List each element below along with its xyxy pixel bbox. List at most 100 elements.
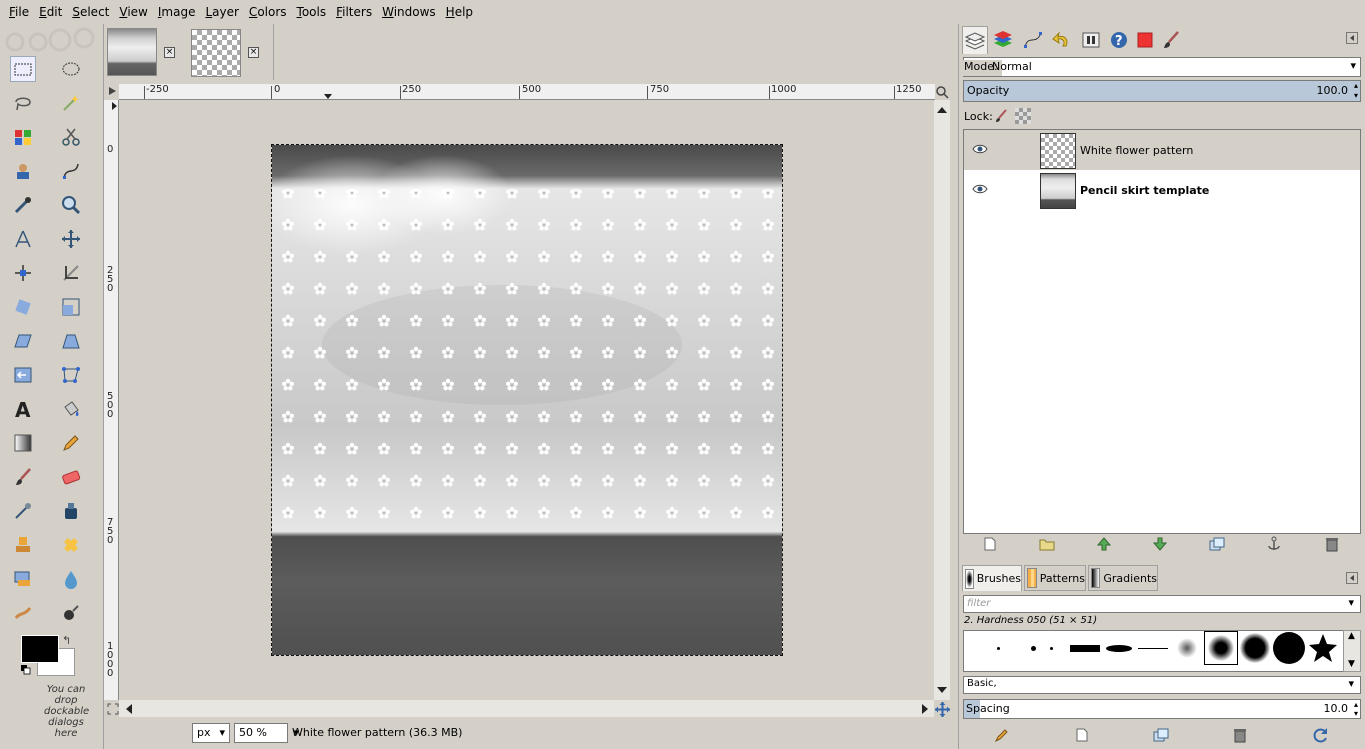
rect-select-tool-icon[interactable] bbox=[10, 56, 36, 82]
zoom-image-toggle-icon[interactable] bbox=[935, 85, 949, 99]
mode-value[interactable]: Normal bbox=[992, 60, 1032, 73]
brush-item[interactable] bbox=[981, 631, 1015, 665]
new-brush-icon[interactable] bbox=[1075, 728, 1089, 742]
chevron-down-icon[interactable]: ▾ bbox=[1348, 596, 1354, 609]
lock-pixels-icon[interactable] bbox=[994, 109, 1008, 123]
menu-view[interactable]: View bbox=[114, 0, 152, 24]
tab-brushes[interactable]: Brushes bbox=[962, 565, 1022, 591]
layer-row[interactable]: White flower pattern bbox=[964, 130, 1360, 170]
brush-item[interactable] bbox=[1170, 631, 1204, 665]
move-tool-icon[interactable] bbox=[58, 226, 84, 252]
reset-colors-icon[interactable] bbox=[21, 665, 31, 675]
rotate-tool-icon[interactable] bbox=[10, 294, 36, 320]
scroll-down-icon[interactable]: ▼ bbox=[1348, 659, 1355, 669]
lasso-tool-icon[interactable] bbox=[10, 90, 36, 116]
spacing-value[interactable]: 10.0 bbox=[1324, 702, 1349, 715]
foreground-color-swatch-top[interactable] bbox=[21, 635, 59, 663]
menu-tools[interactable]: Tools bbox=[292, 0, 332, 24]
text-tool-icon[interactable]: A bbox=[10, 396, 36, 422]
layer-row[interactable]: Pencil skirt template bbox=[964, 170, 1360, 210]
vertical-scrollbar[interactable] bbox=[934, 100, 950, 700]
align-tool-icon[interactable] bbox=[10, 260, 36, 286]
menu-layer[interactable]: Layer bbox=[200, 0, 243, 24]
color-record-tab-icon[interactable] bbox=[1132, 26, 1158, 54]
navigate-icon[interactable] bbox=[935, 702, 950, 717]
menu-filters[interactable]: Filters bbox=[331, 0, 377, 24]
blend-tool-icon[interactable] bbox=[10, 430, 36, 456]
zoom-select[interactable]: 50 % ▾ bbox=[234, 723, 299, 743]
brush-item[interactable] bbox=[1136, 631, 1170, 665]
edit-brush-icon[interactable] bbox=[995, 728, 1009, 742]
ellipse-select-tool-icon[interactable] bbox=[58, 56, 84, 82]
brush-item-selected[interactable] bbox=[1204, 631, 1238, 665]
crop-tool-icon[interactable] bbox=[58, 260, 84, 286]
paths-tab-icon[interactable] bbox=[1020, 26, 1046, 54]
blur-tool-icon[interactable] bbox=[58, 566, 84, 592]
select-by-color-tool-icon[interactable] bbox=[10, 124, 36, 150]
unit-select[interactable]: px ▾ bbox=[192, 723, 230, 743]
ink-tool-icon[interactable] bbox=[58, 498, 84, 524]
scroll-down-icon[interactable] bbox=[937, 686, 947, 694]
new-layer-group-icon[interactable] bbox=[1039, 537, 1055, 551]
perspective-tool-icon[interactable] bbox=[58, 328, 84, 354]
shear-tool-icon[interactable] bbox=[10, 328, 36, 354]
close-icon[interactable]: × bbox=[164, 47, 175, 58]
menu-help[interactable]: Help bbox=[441, 0, 478, 24]
brush-preset-select[interactable]: Basic, ▾ bbox=[963, 676, 1361, 694]
scissors-tool-icon[interactable] bbox=[58, 124, 84, 150]
brush-item[interactable] bbox=[1238, 631, 1272, 665]
menu-colors[interactable]: Colors bbox=[244, 0, 292, 24]
zoom-fit-icon[interactable] bbox=[107, 703, 119, 715]
brush-item[interactable] bbox=[1306, 631, 1340, 665]
opacity-slider[interactable]: Opacity 100.0 ▴ ▾ bbox=[963, 80, 1361, 102]
brush-item[interactable] bbox=[1102, 631, 1136, 665]
undo-history-tab-icon[interactable] bbox=[1048, 26, 1074, 54]
close-icon[interactable]: × bbox=[248, 47, 259, 58]
refresh-brushes-icon[interactable] bbox=[1313, 727, 1329, 743]
menu-edit[interactable]: Edit bbox=[34, 0, 67, 24]
color-picker-tool-icon[interactable] bbox=[10, 192, 36, 218]
image-canvas[interactable] bbox=[271, 144, 783, 656]
dodge-burn-tool-icon[interactable] bbox=[58, 600, 84, 626]
pencil-tool-icon[interactable] bbox=[58, 430, 84, 456]
chevron-down-icon[interactable]: ▾ bbox=[1350, 59, 1356, 72]
heal-tool-icon[interactable] bbox=[58, 532, 84, 558]
tab-patterns[interactable]: Patterns bbox=[1024, 565, 1086, 591]
swap-colors-icon[interactable]: ↰ bbox=[62, 634, 76, 648]
smudge-tool-icon[interactable] bbox=[10, 600, 36, 626]
anchor-layer-icon[interactable] bbox=[1267, 536, 1281, 552]
duplicate-brush-icon[interactable] bbox=[1153, 728, 1169, 742]
airbrush-tool-icon[interactable] bbox=[10, 498, 36, 524]
zoom-tool-icon[interactable] bbox=[58, 192, 84, 218]
lower-layer-icon[interactable] bbox=[1153, 537, 1167, 551]
spin-arrows-icon[interactable]: ▴ ▾ bbox=[1354, 700, 1358, 718]
spin-arrows-icon[interactable]: ▴ ▾ bbox=[1354, 81, 1358, 101]
eye-icon[interactable] bbox=[972, 143, 988, 155]
clone-tool-icon[interactable] bbox=[10, 532, 36, 558]
layer-name[interactable]: Pencil skirt template bbox=[1080, 184, 1209, 197]
layers-tab-icon[interactable] bbox=[962, 26, 988, 54]
fuzzy-select-tool-icon[interactable] bbox=[58, 90, 84, 116]
duplicate-layer-icon[interactable] bbox=[1209, 537, 1225, 551]
chevron-down-icon[interactable]: ▾ bbox=[1348, 677, 1354, 690]
paintbrush-tool-icon[interactable] bbox=[10, 464, 36, 490]
horizontal-scrollbar[interactable] bbox=[119, 700, 934, 717]
scroll-up-icon[interactable]: ▲ bbox=[1348, 631, 1355, 641]
brush-grid-scrollbar[interactable]: ▲ ▼ bbox=[1343, 630, 1361, 672]
brush-tab-icon[interactable] bbox=[1158, 26, 1184, 54]
eraser-tool-icon[interactable] bbox=[58, 464, 84, 490]
raise-layer-icon[interactable] bbox=[1097, 537, 1111, 551]
panel-menu-icon[interactable] bbox=[1346, 572, 1358, 584]
brush-item[interactable] bbox=[1034, 631, 1068, 665]
paths-tool-icon[interactable] bbox=[58, 158, 84, 184]
delete-brush-icon[interactable] bbox=[1233, 727, 1247, 743]
scale-tool-icon[interactable] bbox=[58, 294, 84, 320]
scroll-left-icon[interactable] bbox=[125, 704, 133, 714]
device-status-tab-icon[interactable] bbox=[1078, 26, 1104, 54]
menu-image[interactable]: Image bbox=[153, 0, 201, 24]
layer-name[interactable]: White flower pattern bbox=[1080, 144, 1193, 157]
bucket-fill-tool-icon[interactable] bbox=[58, 396, 84, 422]
brush-item[interactable] bbox=[1068, 631, 1102, 665]
perspective-clone-tool-icon[interactable] bbox=[10, 566, 36, 592]
scroll-up-icon[interactable] bbox=[937, 106, 947, 114]
